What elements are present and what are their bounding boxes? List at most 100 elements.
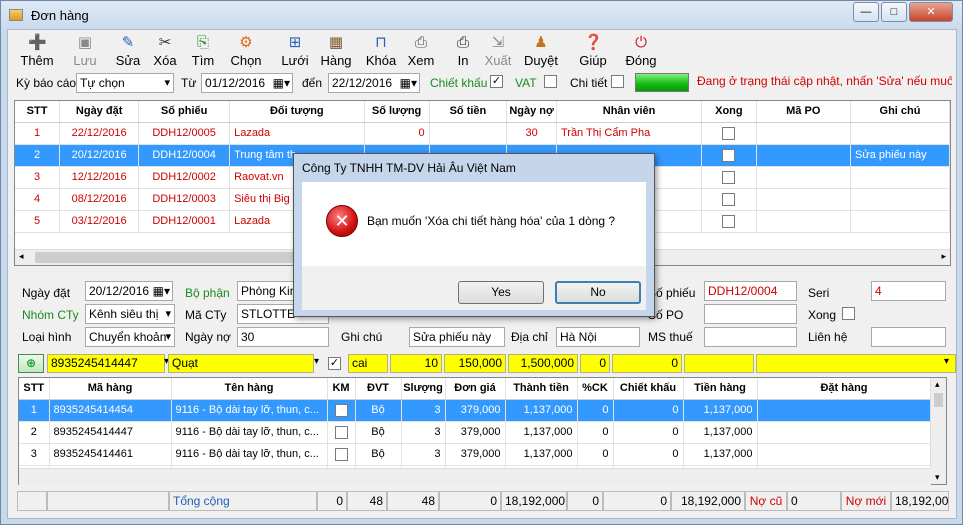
xong-checkbox[interactable] (722, 126, 736, 140)
details-header-cell[interactable]: Slượng (401, 378, 446, 400)
details-header-cell[interactable]: Đơn giá (445, 378, 506, 400)
details-header-cell[interactable]: Thành tiền (505, 378, 578, 400)
orders-cell[interactable]: 5 (15, 210, 61, 233)
entry-thanh-tien[interactable]: 1,500,000 (508, 354, 578, 373)
orders-cell[interactable]: Sửa phiếu này (850, 144, 950, 167)
orders-header-cell[interactable]: Đối tượng (229, 101, 365, 123)
toolbar-them-button[interactable]: ➕ Thêm (12, 34, 62, 72)
orders-cell[interactable] (850, 210, 950, 233)
km-checkbox[interactable] (334, 403, 348, 417)
orders-cell[interactable] (756, 144, 852, 167)
orders-cell[interactable] (429, 122, 508, 145)
chevron-down-icon[interactable]: ▾ (944, 356, 949, 367)
orders-cell[interactable]: 12/12/2016 (59, 166, 140, 189)
table-row[interactable]: 1 8935245414454 9116 - Bộ dài tay lỡ, thun… (19, 399, 932, 422)
details-cell[interactable]: 8935245414447 (49, 421, 172, 444)
details-header-cell[interactable]: %CK (577, 378, 614, 400)
details-cell[interactable]: 9116 - Bộ dài tay lỡ, thun, c... (171, 443, 328, 466)
entry-ma-hang[interactable]: 8935245414447 (47, 354, 165, 373)
so-phieu-input[interactable]: DDH12/0004 (704, 281, 797, 301)
orders-cell[interactable] (850, 166, 950, 189)
no-button[interactable]: No (555, 281, 641, 304)
orders-cell[interactable]: 4 (15, 188, 61, 211)
xong-checkbox[interactable] (722, 170, 736, 184)
details-cell[interactable]: 379,000 (445, 399, 506, 422)
km-checkbox[interactable] (334, 425, 348, 439)
add-row-button[interactable]: ⊕ (18, 354, 44, 373)
xong-checkbox[interactable] (842, 307, 855, 320)
xong-checkbox[interactable] (722, 192, 736, 206)
km-cell[interactable] (327, 443, 356, 466)
seri-input[interactable]: 4 (871, 281, 946, 301)
details-cell[interactable]: Bộ (355, 421, 402, 444)
toolbar-duyet-button[interactable]: ♟ Duyệt (516, 34, 566, 72)
orders-header-cell[interactable]: Ngày đặt (59, 101, 140, 123)
details-cell[interactable]: 3 (19, 443, 50, 466)
table-row[interactable]: 2 8935245414447 9116 - Bộ dài tay lỡ, thun… (19, 421, 932, 444)
minimize-button[interactable]: — (853, 2, 879, 22)
xong-cell[interactable] (701, 122, 757, 145)
details-cell[interactable]: 8935245414454 (49, 399, 172, 422)
orders-cell[interactable] (756, 166, 852, 189)
km-checkbox[interactable] (334, 447, 348, 461)
orders-cell[interactable]: 22/12/2016 (59, 122, 140, 145)
details-vscrollbar[interactable]: ▴ ▾ (930, 378, 946, 484)
ngay-no-input[interactable]: 30 (237, 327, 329, 347)
orders-cell[interactable]: 20/12/2016 (59, 144, 140, 167)
orders-cell[interactable]: DDH12/0002 (138, 166, 231, 189)
orders-cell[interactable] (850, 122, 950, 145)
toolbar-giup-button[interactable]: ❓ Giúp (568, 34, 618, 72)
orders-header-cell[interactable]: Số tiền (429, 101, 508, 123)
orders-header-cell[interactable]: Mã PO (756, 101, 852, 123)
orders-cell[interactable] (756, 122, 852, 145)
details-cell[interactable]: 0 (613, 399, 684, 422)
orders-cell[interactable]: DDH12/0004 (138, 144, 231, 167)
details-cell[interactable]: 9116 - Bộ dài tay lỡ, thun, c... (171, 421, 328, 444)
entry-tien-hang[interactable] (684, 354, 754, 373)
entry-chiet-khau[interactable]: 0 (612, 354, 682, 373)
xong-cell[interactable] (701, 166, 757, 189)
toolbar-chon-button[interactable]: ⚙ Chọn (221, 34, 271, 72)
km-cell[interactable] (327, 399, 356, 422)
ky-bao-cao-select[interactable]: Tự chọn (76, 73, 174, 93)
details-cell[interactable]: 0 (613, 443, 684, 466)
orders-cell[interactable]: 08/12/2016 (59, 188, 140, 211)
scroll-right-icon[interactable]: ▸ (941, 251, 946, 262)
close-button[interactable]: ✕ (909, 2, 953, 22)
details-header-cell[interactable]: KM (327, 378, 356, 400)
orders-cell[interactable] (756, 210, 852, 233)
tu-date-input[interactable]: 01/12/2016 ▦▾ (201, 73, 293, 93)
orders-cell[interactable] (756, 188, 852, 211)
lien-he-input[interactable] (871, 327, 946, 347)
xong-cell[interactable] (701, 144, 757, 167)
toolbar-dong-button[interactable]: ⏻ Đóng (616, 34, 666, 72)
details-header-cell[interactable]: STT (19, 378, 50, 400)
orders-header-cell[interactable]: Nhân viên (556, 101, 703, 123)
details-cell[interactable]: 1,137,000 (683, 443, 758, 466)
so-po-input[interactable] (704, 304, 797, 324)
details-cell[interactable]: 379,000 (445, 443, 506, 466)
table-row[interactable]: 1 22/12/2016 DDH12/0005 Lazada 0 30 Trần Thị C… (15, 122, 950, 145)
orders-cell[interactable]: 30 (506, 122, 557, 145)
scroll-up-icon[interactable]: ▴ (935, 379, 940, 390)
details-hscrollbar[interactable] (19, 468, 931, 485)
orders-header-cell[interactable]: Số phiếu (138, 101, 231, 123)
scroll-down-icon[interactable]: ▾ (935, 472, 940, 483)
details-cell[interactable]: 9116 - Bộ dài tay lỡ, thun, c... (171, 399, 328, 422)
ngay-dat-input[interactable]: 20/12/2016 ▦▾ (85, 281, 173, 301)
orders-header-cell[interactable]: Số lượng (364, 101, 430, 123)
orders-header-cell[interactable]: Xong (701, 101, 757, 123)
scroll-left-icon[interactable]: ◂ (19, 251, 24, 262)
orders-header-cell[interactable]: STT (15, 101, 61, 123)
details-cell[interactable]: 3 (401, 443, 446, 466)
scroll-thumb[interactable] (934, 393, 943, 407)
calendar-icon[interactable]: ▦▾ (400, 74, 417, 92)
details-cell[interactable]: 379,000 (445, 421, 506, 444)
dia-chi-input[interactable]: Hà Nội (556, 327, 640, 347)
xong-cell[interactable] (701, 188, 757, 211)
details-header-cell[interactable]: Đặt hàng (757, 378, 932, 400)
details-cell[interactable]: 1,137,000 (505, 399, 578, 422)
details-cell[interactable]: 3 (401, 421, 446, 444)
details-cell[interactable] (757, 399, 932, 422)
xong-checkbox[interactable] (722, 148, 736, 162)
